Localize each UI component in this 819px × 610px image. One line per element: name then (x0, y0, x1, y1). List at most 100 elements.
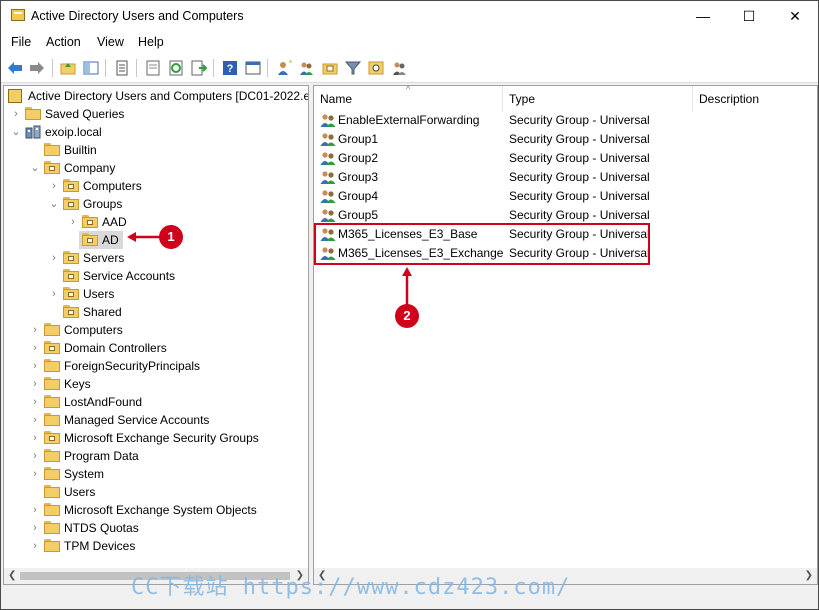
chevron-right-icon[interactable]: › (49, 285, 59, 303)
console-tree[interactable]: Active Directory Users and Computers [DC… (3, 85, 309, 585)
export-list-icon[interactable] (144, 59, 162, 77)
column-header-type[interactable]: Type (509, 86, 535, 112)
chevron-down-icon[interactable]: ⌄ (30, 159, 40, 177)
menu-action[interactable]: Action (46, 35, 81, 49)
chevron-right-icon[interactable]: › (30, 321, 40, 339)
properties-icon[interactable] (113, 59, 131, 77)
tree-item-label: Groups (83, 197, 123, 211)
maximize-button[interactable]: ☐ (726, 1, 772, 31)
tree-item[interactable]: › Program Data (4, 447, 308, 465)
chevron-down-icon[interactable]: ⌄ (49, 195, 59, 213)
security-group-icon (320, 151, 336, 166)
find-icon[interactable] (367, 59, 385, 77)
show-hide-tree-icon[interactable] (82, 59, 100, 77)
help-icon[interactable]: ? (221, 59, 239, 77)
tree-item[interactable]: › Saved Queries (4, 105, 308, 123)
menu-bar: File Action View Help (1, 31, 818, 53)
chevron-right-icon[interactable]: › (68, 213, 78, 231)
results-pane[interactable]: Name ^ Type Description EnableExternalFo… (313, 85, 818, 585)
list-item[interactable]: Group4 Security Group - Universal (314, 187, 817, 206)
add-to-group-icon[interactable] (390, 59, 408, 77)
folder-icon (44, 539, 60, 552)
tree-item[interactable]: › NTDS Quotas (4, 519, 308, 537)
group-type: Security Group - Universal (509, 132, 650, 146)
chevron-right-icon[interactable]: › (30, 357, 40, 375)
new-group-icon[interactable] (298, 59, 316, 77)
tree-item[interactable]: › Managed Service Accounts (4, 411, 308, 429)
group-name: Group3 (338, 170, 379, 184)
chevron-right-icon[interactable]: › (30, 393, 40, 411)
tree-item[interactable]: ⌄ exoip.local (4, 123, 308, 141)
column-header-name[interactable]: Name (320, 86, 352, 112)
tree-item[interactable]: › Domain Controllers (4, 339, 308, 357)
chevron-right-icon[interactable]: › (30, 429, 40, 447)
chevron-right-icon[interactable]: › (30, 411, 40, 429)
tree-item[interactable]: › Computers (4, 321, 308, 339)
new-user-icon[interactable]: * (275, 59, 293, 77)
chevron-right-icon[interactable]: › (30, 447, 40, 465)
tree-item[interactable]: › TPM Devices (4, 537, 308, 555)
chevron-right-icon[interactable]: › (30, 519, 40, 537)
folder-icon (44, 359, 60, 372)
list-item[interactable]: Group1 Security Group - Universal (314, 130, 817, 149)
back-arrow-icon[interactable] (6, 59, 24, 77)
chevron-right-icon[interactable]: › (30, 501, 40, 519)
folder-icon (44, 413, 60, 426)
tree-item-label: Microsoft Exchange System Objects (64, 503, 257, 517)
group-name: Group2 (338, 151, 379, 165)
chevron-right-icon[interactable]: › (49, 177, 59, 195)
tree-item[interactable]: › Computers (4, 177, 308, 195)
up-folder-icon[interactable] (59, 59, 77, 77)
title-bar[interactable]: Active Directory Users and Computers — ☐… (1, 1, 818, 31)
chevron-right-icon[interactable]: › (30, 339, 40, 357)
tree-item[interactable]: › Servers (4, 249, 308, 267)
minimize-button[interactable]: — (680, 1, 726, 31)
list-item[interactable]: Group3 Security Group - Universal (314, 168, 817, 187)
tree-item[interactable]: › Users (4, 285, 308, 303)
export-icon[interactable] (190, 59, 208, 77)
menu-view[interactable]: View (97, 35, 124, 49)
menu-help[interactable]: Help (138, 35, 164, 49)
chevron-right-icon[interactable]: › (30, 375, 40, 393)
scroll-right-icon[interactable]: ❯ (805, 570, 813, 581)
column-separator[interactable] (502, 86, 503, 112)
tree-item[interactable]: › System (4, 465, 308, 483)
tree-item[interactable]: › Microsoft Exchange Security Groups (4, 429, 308, 447)
tree-item[interactable]: Shared (4, 303, 308, 321)
filter-icon[interactable] (344, 59, 362, 77)
menu-file[interactable]: File (11, 35, 31, 49)
chevron-down-icon[interactable]: ⌄ (11, 123, 21, 141)
organizational-unit-icon (63, 197, 79, 210)
chevron-right-icon[interactable]: › (30, 537, 40, 555)
refresh-icon[interactable] (167, 59, 185, 77)
tree-item[interactable]: Builtin (4, 141, 308, 159)
scroll-left-icon[interactable]: ❮ (8, 570, 16, 581)
toolbar-separator (136, 59, 137, 77)
tree-item[interactable]: Users (4, 483, 308, 501)
close-button[interactable]: ✕ (772, 1, 818, 31)
list-item[interactable]: EnableExternalForwarding Security Group -… (314, 111, 817, 130)
tree-item[interactable]: › Keys (4, 375, 308, 393)
tree-item[interactable]: › LostAndFound (4, 393, 308, 411)
tree-item-label: AD (102, 233, 119, 247)
console-tree-icon[interactable] (244, 59, 262, 77)
column-separator[interactable] (692, 86, 693, 112)
column-header-description[interactable]: Description (699, 86, 759, 112)
tree-item[interactable]: ⌄ Company (4, 159, 308, 177)
toolbar-separator (105, 59, 106, 77)
new-ou-icon[interactable] (321, 59, 339, 77)
chevron-right-icon[interactable]: › (30, 465, 40, 483)
tree-item[interactable]: ⌄ Groups (4, 195, 308, 213)
folder-icon (44, 503, 60, 516)
saved-queries-folder-icon (25, 107, 41, 120)
tree-item[interactable]: Active Directory Users and Computers [DC… (4, 87, 308, 105)
tree-item[interactable]: Service Accounts (4, 267, 308, 285)
chevron-right-icon[interactable]: › (11, 105, 21, 123)
chevron-right-icon[interactable]: › (49, 249, 59, 267)
list-item[interactable]: Group2 Security Group - Universal (314, 149, 817, 168)
tree-item[interactable]: › Microsoft Exchange System Objects (4, 501, 308, 519)
forward-arrow-icon[interactable] (28, 59, 46, 77)
tree-item[interactable]: › ForeignSecurityPrincipals (4, 357, 308, 375)
folder-icon (44, 323, 60, 336)
tree-item-label: Managed Service Accounts (64, 413, 210, 427)
